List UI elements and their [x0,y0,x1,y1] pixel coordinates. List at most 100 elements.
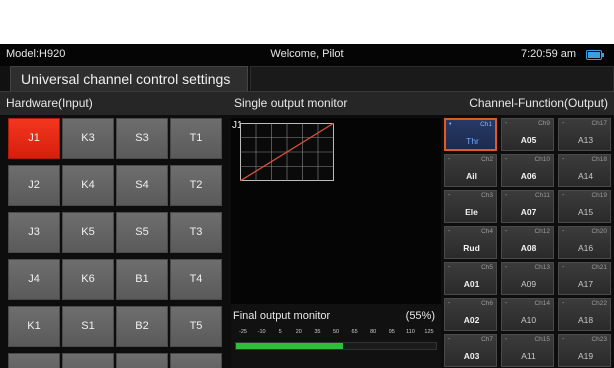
channel-cell-ch15[interactable]: - Ch15 A11 [501,334,554,367]
hardware-key[interactable]: T4 [170,259,222,300]
channel-cell-ch23[interactable]: - Ch23 A19 [558,334,611,367]
hardware-key[interactable]: J2 [8,165,60,206]
channel-number: Ch19 [591,192,607,199]
hardware-key[interactable]: T3 [170,212,222,253]
channel-cell-ch18[interactable]: - Ch18 A14 [558,154,611,187]
channel-function: A11 [521,351,536,361]
channel-indicator: - [505,120,508,127]
scale-tick-label: 5 [278,329,282,335]
channel-cell-ch7[interactable]: - Ch7 A03 [444,334,497,367]
channel-function: Ele [465,207,478,217]
channel-cell-ch17[interactable]: - Ch17 A13 [558,118,611,151]
final-output-label: Final output monitor [233,310,331,322]
scale-tick-label: 80 [370,329,377,335]
battery-icon [586,50,604,60]
hardware-key[interactable]: T5 [170,306,222,347]
channel-number: Ch9 [538,120,550,127]
hardware-key[interactable]: J3 [8,212,60,253]
channel-indicator: - [562,192,565,199]
hardware-key[interactable]: K5 [62,212,114,253]
channel-indicator: - [448,228,451,235]
channel-number: Ch14 [534,300,550,307]
hardware-key[interactable]: K1 [8,306,60,347]
scale-tick-label: -10 [257,329,266,335]
channel-indicator: - [505,300,508,307]
channel-cell-ch13[interactable]: - Ch13 A09 [501,262,554,295]
channel-number: Ch7 [481,336,493,343]
channel-cell-ch19[interactable]: - Ch19 A15 [558,190,611,223]
channel-number: Ch4 [481,228,493,235]
hardware-key[interactable] [62,353,114,368]
scale-tick-label: 35 [314,329,321,335]
channel-cell-ch1[interactable]: • Ch1 Thr [444,118,497,151]
status-bar: Model:H920 Welcome, Pilot 7:20:59 am [0,44,614,66]
hardware-key[interactable]: K3 [62,118,114,159]
channel-function: A16 [577,243,594,253]
channel-number: Ch15 [534,336,550,343]
channel-cell-ch4[interactable]: - Ch4 Rud [444,226,497,259]
channel-number: Ch6 [481,300,493,307]
channel-cell-ch2[interactable]: - Ch2 Ail [444,154,497,187]
channel-function: A05 [520,135,537,145]
channel-cell-ch3[interactable]: - Ch3 Ele [444,190,497,223]
channel-indicator: - [505,156,508,163]
hardware-key[interactable]: S5 [116,212,168,253]
channel-indicator: - [448,336,451,343]
channel-cell-ch10[interactable]: - Ch10 A06 [501,154,554,187]
channel-function: A18 [577,315,594,325]
channel-function: Rud [463,243,480,253]
channel-cell-ch22[interactable]: - Ch22 A18 [558,298,611,331]
hardware-key[interactable]: J4 [8,259,60,300]
final-output-bar [235,342,437,350]
channel-indicator: - [448,264,451,271]
scale-tick-label: -25 [239,329,247,335]
channel-cell-ch6[interactable]: - Ch6 A02 [444,298,497,331]
hardware-key[interactable]: S1 [62,306,114,347]
hardware-key[interactable] [116,353,168,368]
channel-cell-ch11[interactable]: - Ch11 A07 [501,190,554,223]
hardware-key[interactable]: K4 [62,165,114,206]
channel-number: Ch11 [534,192,550,199]
channel-cell-ch14[interactable]: - Ch14 A10 [501,298,554,331]
scale-tick-label: 65 [351,329,358,335]
final-output-monitor: Final output monitor (55%) -25 -10 5 20 35 50… [231,304,441,368]
channel-cell-ch21[interactable]: - Ch21 A17 [558,262,611,295]
channel-indicator: - [562,336,565,343]
channel-indicator: - [505,228,508,235]
channel-cell-ch20[interactable]: - Ch20 A16 [558,226,611,259]
channel-indicator: - [505,264,508,271]
channel-cell-ch5[interactable]: - Ch5 A01 [444,262,497,295]
hardware-key[interactable]: S4 [116,165,168,206]
clock: 7:20:59 am [521,48,577,60]
section-header-row: Hardware(Input) Single output monitor Ch… [0,91,614,115]
channel-function: A02 [463,315,480,325]
scale-tick-label: 50 [332,329,340,335]
channel-cell-ch12[interactable]: - Ch12 A08 [501,226,554,259]
hardware-key[interactable]: S3 [116,118,168,159]
hardware-key[interactable]: K6 [62,259,114,300]
channel-number: Ch23 [591,336,607,343]
channel-function: Thr [466,136,479,146]
channel-indicator: - [562,156,565,163]
title-row: Universal channel control settings [0,66,614,91]
hardware-key[interactable]: T1 [170,118,222,159]
hardware-key[interactable]: B1 [116,259,168,300]
channel-function: A17 [577,279,594,289]
hardware-key[interactable]: T2 [170,165,222,206]
scale-tick-label: 95 [388,329,395,335]
channel-indicator: • [449,121,452,128]
channel-number: Ch20 [591,228,607,235]
title-row-fill [250,66,614,91]
channel-cell-ch9[interactable]: - Ch9 A05 [501,118,554,151]
hardware-key[interactable] [8,353,60,368]
channel-function: A03 [463,351,480,361]
hardware-key[interactable]: J1 [8,118,60,159]
channel-indicator: - [448,300,451,307]
channel-number: Ch2 [481,156,493,163]
channel-function-section-title: Channel-Function(Output) [469,96,608,110]
channel-number: Ch22 [591,300,607,307]
hardware-key[interactable] [170,353,222,368]
hardware-key[interactable]: B2 [116,306,168,347]
page-title-tab[interactable]: Universal channel control settings [10,66,248,91]
channel-indicator: - [562,300,565,307]
